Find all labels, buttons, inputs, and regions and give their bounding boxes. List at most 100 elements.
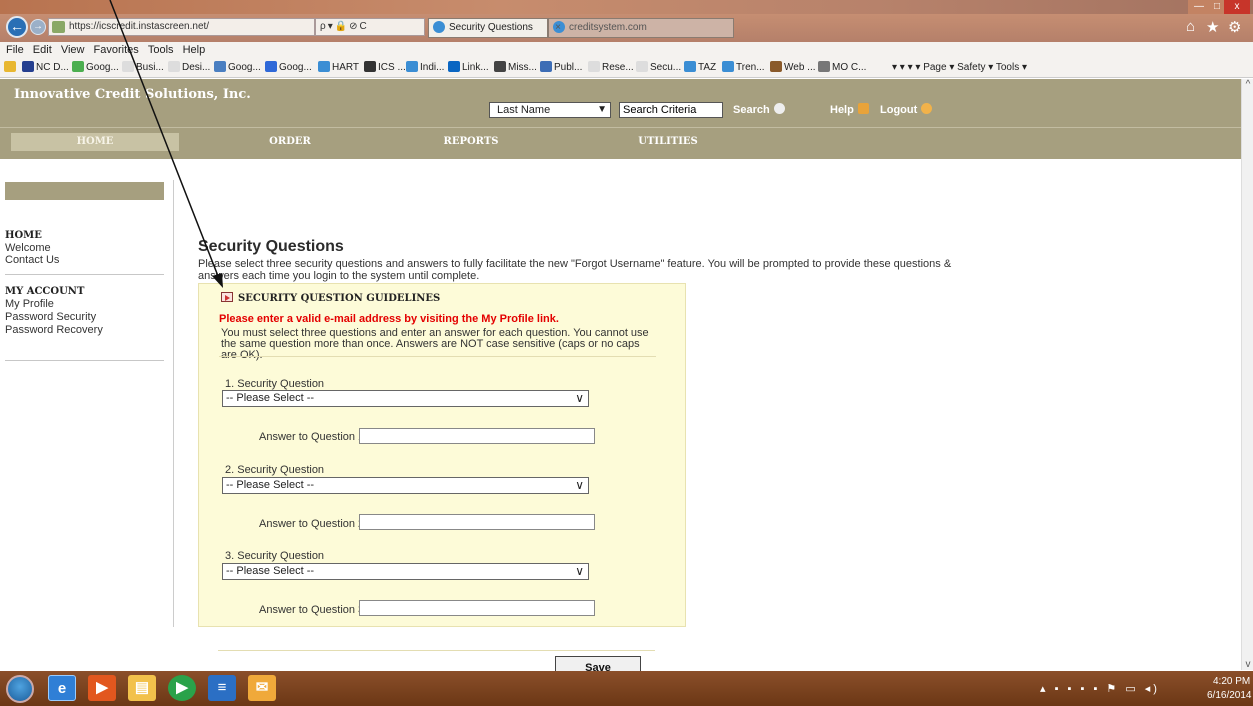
search-button[interactable]: Search	[733, 103, 785, 116]
favorite-link[interactable]: Busi...	[122, 61, 164, 75]
menu-edit[interactable]: Edit	[33, 42, 52, 58]
sidebar-item-contact-us[interactable]: Contact Us	[5, 254, 59, 266]
sidebar-item-my-profile[interactable]: My Profile	[5, 298, 54, 310]
help-label: Help	[830, 104, 854, 116]
sidebar: HOME Welcome Contact Us MY ACCOUNT My Pr…	[0, 180, 174, 627]
sidebar-divider	[5, 274, 164, 275]
favorite-link[interactable]: Goog...	[265, 61, 312, 75]
windows-taskbar: e ▶ ▤ ▶ ≡ ✉ ▴ ▪ ▪ ▪ ▪ ⚑ ▭ ◂) 4:20 PM 6/1…	[0, 671, 1253, 706]
favorite-link[interactable]: Tren...	[722, 61, 765, 75]
sidebar-heading-home: HOME	[5, 230, 42, 241]
chevron-down-icon: ∨	[575, 478, 584, 492]
panel-divider	[218, 650, 655, 651]
tab-close-icon[interactable]: ×	[555, 19, 561, 37]
tab-label: Security Questions	[449, 22, 533, 33]
favorites-bar: NC D... Goog... Busi... Desi... Goog... …	[0, 58, 1253, 78]
address-bar-tools[interactable]: ρ▾🔒⊘C	[315, 18, 425, 36]
favorite-link[interactable]: Desi...	[168, 61, 210, 75]
favorite-link[interactable]: ICS ...	[364, 61, 406, 75]
favorite-link[interactable]: Publ...	[540, 61, 582, 75]
favorite-link[interactable]: Web ...	[770, 61, 816, 75]
logout-button[interactable]: Logout	[880, 103, 933, 116]
answer-1-label: Answer to Question 1:	[259, 431, 368, 443]
menu-bar: File Edit View Favorites Tools Help	[0, 42, 1253, 58]
menu-favorites[interactable]: Favorites	[94, 42, 139, 58]
question-3-label: 3. Security Question	[225, 550, 325, 562]
browser-toolbar: ← → https://icscredit.instascreen.net/ ρ…	[0, 14, 1253, 42]
ie-icon	[433, 21, 445, 34]
question-3-select[interactable]: -- Please Select -- ∨	[222, 563, 589, 580]
scroll-up-icon[interactable]: ^	[1242, 79, 1253, 90]
gear-icon[interactable]: ⚙	[1228, 18, 1241, 36]
chevron-down-icon: ∨	[575, 391, 584, 405]
sidebar-item-welcome[interactable]: Welcome	[5, 242, 51, 254]
nav-home[interactable]: HOME	[11, 133, 179, 151]
menu-help[interactable]: Help	[183, 42, 206, 58]
menu-view[interactable]: View	[61, 42, 85, 58]
command-bar[interactable]: ▾ ▾ ▾ ▾ Page ▾ Safety ▾ Tools ▾	[892, 61, 1027, 75]
tab-creditsystem[interactable]: × creditsystem.com	[548, 18, 734, 38]
sidebar-divider	[5, 360, 164, 361]
guidelines-heading[interactable]: SECURITY QUESTION GUIDELINES	[221, 292, 440, 304]
clock-time[interactable]: 4:20 PM	[1213, 676, 1250, 687]
favorite-link[interactable]: Goog...	[72, 61, 119, 75]
play-icon[interactable]: ▶	[168, 675, 196, 701]
start-button[interactable]	[6, 675, 34, 703]
minimize-icon[interactable]: —	[1188, 0, 1210, 14]
maximize-icon[interactable]: □	[1210, 0, 1224, 14]
file-explorer-icon[interactable]: ▤	[128, 675, 156, 701]
expand-toggle-icon[interactable]	[221, 292, 233, 302]
question-2-select[interactable]: -- Please Select -- ∨	[222, 477, 589, 494]
menu-file[interactable]: File	[6, 42, 24, 58]
back-arrow-icon[interactable]: ←	[6, 16, 28, 38]
favorite-link[interactable]: TAZ	[684, 61, 716, 75]
tab-security-questions[interactable]: Security Questions	[428, 18, 548, 38]
page-title: Security Questions	[198, 238, 344, 255]
search-field-select[interactable]: Last Name ▼	[489, 102, 611, 118]
tab-label: creditsystem.com	[569, 22, 647, 33]
internet-explorer-icon[interactable]: e	[48, 675, 76, 701]
home-icon[interactable]: ⌂	[1186, 18, 1195, 35]
app-switcher-icon[interactable]: ≡	[208, 675, 236, 701]
help-button[interactable]: Help	[830, 103, 869, 116]
system-tray-icons[interactable]: ▴ ▪ ▪ ▪ ▪ ⚑ ▭ ◂)	[1040, 682, 1160, 695]
search-criteria-input[interactable]	[619, 102, 723, 118]
star-icon[interactable]: ★	[1206, 18, 1219, 36]
magnifier-icon	[773, 103, 785, 114]
favorite-link[interactable]: HART	[318, 61, 359, 75]
question-1-select[interactable]: -- Please Select -- ∨	[222, 390, 589, 407]
media-player-icon[interactable]: ▶	[88, 675, 116, 701]
nav-reports[interactable]: REPORTS	[411, 133, 531, 151]
answer-3-input[interactable]	[359, 600, 595, 616]
favorite-link[interactable]: MO C...	[818, 61, 866, 75]
clock-date[interactable]: 6/16/2014	[1207, 690, 1252, 701]
favorite-link[interactable]: NC D...	[22, 61, 69, 75]
panel-divider	[219, 356, 656, 357]
favorites-star-icon[interactable]	[4, 61, 18, 75]
nav-utilities[interactable]: UTILITIES	[608, 133, 728, 151]
page-scrollbar[interactable]: ^ v	[1241, 79, 1253, 670]
brand-name: Innovative Credit Solutions, Inc.	[14, 87, 251, 102]
favorite-link[interactable]: Goog...	[214, 61, 261, 75]
forward-arrow-icon[interactable]: →	[30, 19, 46, 35]
favorite-link[interactable]: Indi...	[406, 61, 444, 75]
logout-label: Logout	[880, 104, 918, 116]
mail-icon[interactable]: ✉	[248, 675, 276, 701]
sidebar-heading-my-account: MY ACCOUNT	[5, 286, 85, 297]
favorite-link[interactable]: Link...	[448, 61, 489, 75]
nav-order[interactable]: ORDER	[230, 133, 350, 151]
favorite-link[interactable]: Rese...	[588, 61, 634, 75]
favorite-link[interactable]: Miss...	[494, 61, 537, 75]
page-description: Please select three security questions a…	[198, 258, 952, 282]
sidebar-item-password-recovery[interactable]: Password Recovery	[5, 324, 103, 336]
scroll-down-icon[interactable]: v	[1242, 659, 1253, 670]
favorite-link[interactable]: Secu...	[636, 61, 681, 75]
sidebar-item-password-security[interactable]: Password Security	[5, 311, 96, 323]
menu-tools[interactable]: Tools	[148, 42, 174, 58]
address-bar[interactable]: https://icscredit.instascreen.net/	[48, 18, 315, 36]
address-url[interactable]: https://icscredit.instascreen.net/	[69, 21, 209, 32]
answer-1-input[interactable]	[359, 428, 595, 444]
answer-2-label: Answer to Question 2:	[259, 518, 368, 530]
answer-2-input[interactable]	[359, 514, 595, 530]
close-window-button[interactable]: x	[1224, 0, 1250, 14]
